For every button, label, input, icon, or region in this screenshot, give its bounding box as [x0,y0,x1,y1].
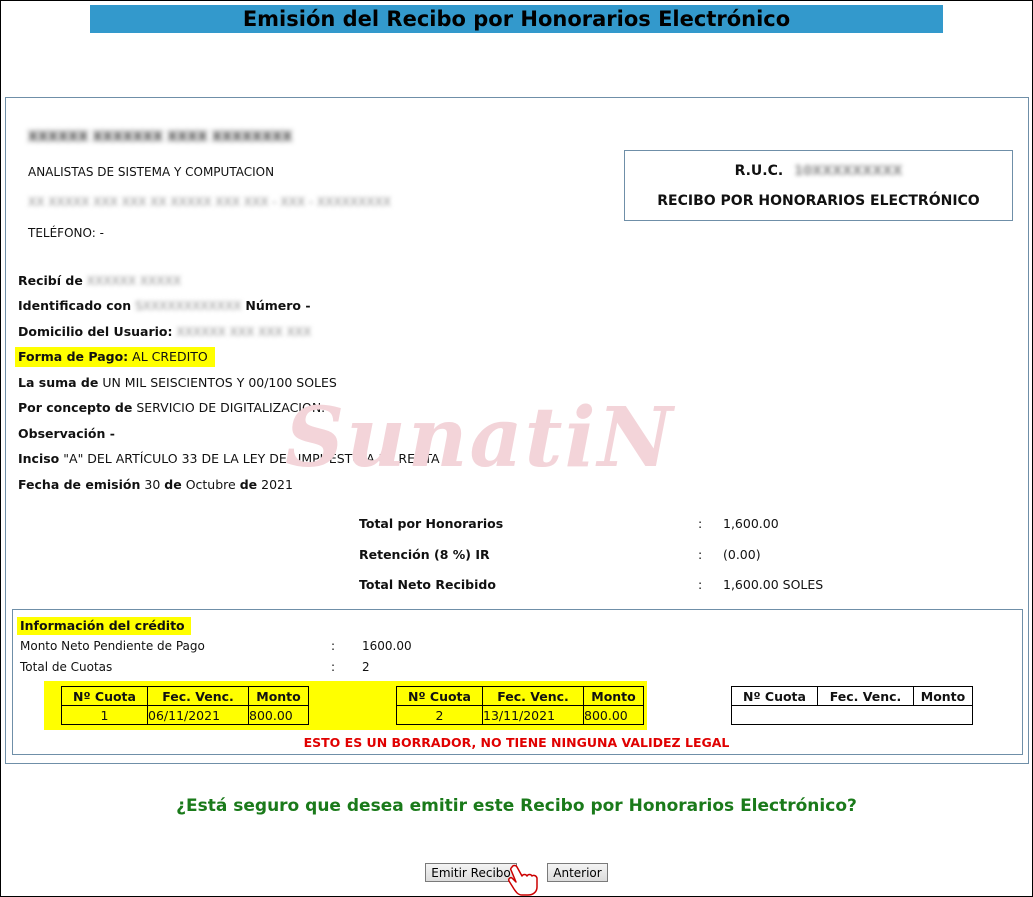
id-label: Identificado con [18,298,132,313]
document-type: RECIBO POR HONORARIOS ELECTRÓNICO [657,193,980,209]
concepto-row: Por concepto de SERVICIO DE DIGITALIZACI… [18,400,325,415]
hand-pointer-icon [508,864,538,896]
retencion-colon: : [698,547,703,562]
forma-pago-highlight: Forma de Pago: AL CREDITO [15,347,215,367]
fecha-month: Octubre [185,477,236,492]
inciso-label: Inciso [18,451,60,466]
total-honorarios-value: 1,600.00 [723,516,779,531]
header-monto: Monto [913,686,973,706]
header-fec-venc: Fec. Venc. [482,686,584,706]
domicilio-row: Domicilio del Usuario: XXXXXX XXX XXX XX… [18,324,311,339]
total-cuotas-colon: : [331,660,336,674]
table-header-row: Nº Cuota Fec. Venc. Monto [731,686,973,706]
ruc-box: R.U.C. 10XXXXXXXXX RECIBO POR HONORARIOS… [624,150,1013,221]
issuer-address: XX XXXXX XXX XXX XX XXXXX XXX XXX - XXX … [28,195,392,209]
table-header-row: Nº Cuota Fec. Venc. Monto [61,686,309,706]
recibi-value: XXXXXX XXXXX [86,274,182,288]
confirm-question: ¿Está seguro que desea emitir este Recib… [176,796,857,816]
retencion-value: (0.00) [723,547,761,562]
table-row [731,705,973,725]
suma-value: UN MIL SEISCIENTOS Y 00/100 SOLES [102,375,337,390]
ruc-label: R.U.C. [734,163,784,179]
empty-cell [731,705,973,725]
header-monto: Monto [248,686,309,706]
cuota-amount: 800.00 [583,705,644,725]
domicilio-label: Domicilio del Usuario: [18,324,173,339]
draft-warning: ESTO ES UN BORRADOR, NO TIENE NINGUNA VA… [303,735,730,750]
monto-pendiente-colon: : [331,639,336,653]
suma-row: La suma de UN MIL SEISCIENTOS Y 00/100 S… [18,375,337,390]
suma-label: La suma de [18,375,99,390]
header-fec-venc: Fec. Venc. [817,686,914,706]
total-honorarios-colon: : [698,516,703,531]
total-neto-value: 1,600.00 SOLES [723,577,824,592]
recibi-label: Recibí de [18,273,83,288]
issuer-name: XXXXXX XXXXXXX XXXX XXXXXXXX [28,130,293,145]
header-cuota: Nº Cuota [731,686,818,706]
watermark-logo: SunatiN [285,390,675,486]
numero-label: Número - [245,298,311,313]
table-row: 1 06/11/2021 800.00 [61,705,309,725]
fecha-de-2: de [239,477,258,492]
ruc-value: 10XXXXXXXXX [794,164,903,179]
observacion-row: Observación - [18,426,115,441]
cuota-number: 2 [396,705,483,725]
page-title: Emisión del Recibo por Honorarios Electr… [90,5,943,33]
forma-pago-value: AL CREDITO [132,349,208,364]
cuota-date: 06/11/2021 [147,705,249,725]
fecha-label: Fecha de emisión [18,477,141,492]
fecha-day: 30 [144,477,161,492]
ruc-line: R.U.C. 10XXXXXXXXX [625,163,1012,179]
id-value: SXXXXXXXXXXXX [135,299,242,313]
cuota-date: 13/11/2021 [482,705,584,725]
recibi-row: Recibí de XXXXXX XXXXX [18,273,181,288]
total-honorarios-label: Total por Honorarios [359,516,504,531]
monto-pendiente-label: Monto Neto Pendiente de Pago [20,639,205,653]
header-fec-venc: Fec. Venc. [147,686,249,706]
observacion-label: Observación - [18,426,115,441]
retencion-label: Retención (8 %) IR [359,547,490,562]
issuer-phone: TELÉFONO: - [28,226,104,240]
total-neto-label: Total Neto Recibido [359,577,496,592]
total-cuotas-value: 2 [362,660,370,674]
fecha-de-1: de [164,477,182,492]
header-cuota: Nº Cuota [396,686,483,706]
header-cuota: Nº Cuota [61,686,148,706]
table-row: 2 13/11/2021 800.00 [396,705,644,725]
monto-pendiente-value: 1600.00 [362,639,412,653]
forma-pago-label: Forma de Pago: [18,349,129,364]
issuer-profession: ANALISTAS DE SISTEMA Y COMPUTACION [28,165,275,179]
table-header-row: Nº Cuota Fec. Venc. Monto [396,686,644,706]
installment-table-2: Nº Cuota Fec. Venc. Monto 2 13/11/2021 8… [396,686,644,725]
back-button[interactable]: Anterior [547,863,608,882]
emit-receipt-button[interactable]: Emitir Recibo [425,863,517,882]
total-neto-colon: : [698,577,703,592]
domicilio-value: XXXXXX XXX XXX XXX [176,325,312,339]
identificado-row: Identificado con SXXXXXXXXXXXX Número - [18,298,311,313]
cuota-amount: 800.00 [248,705,309,725]
fecha-row: Fecha de emisión 30 de Octubre de 2021 [18,477,293,492]
installment-table-3: Nº Cuota Fec. Venc. Monto [731,686,973,725]
header-monto: Monto [583,686,644,706]
total-cuotas-label: Total de Cuotas [20,660,113,674]
cuota-number: 1 [61,705,148,725]
installment-table-1: Nº Cuota Fec. Venc. Monto 1 06/11/2021 8… [61,686,309,725]
concepto-label: Por concepto de [18,400,133,415]
credit-title: Información del crédito [17,617,191,635]
forma-pago-row: Forma de Pago: AL CREDITO [15,347,215,367]
